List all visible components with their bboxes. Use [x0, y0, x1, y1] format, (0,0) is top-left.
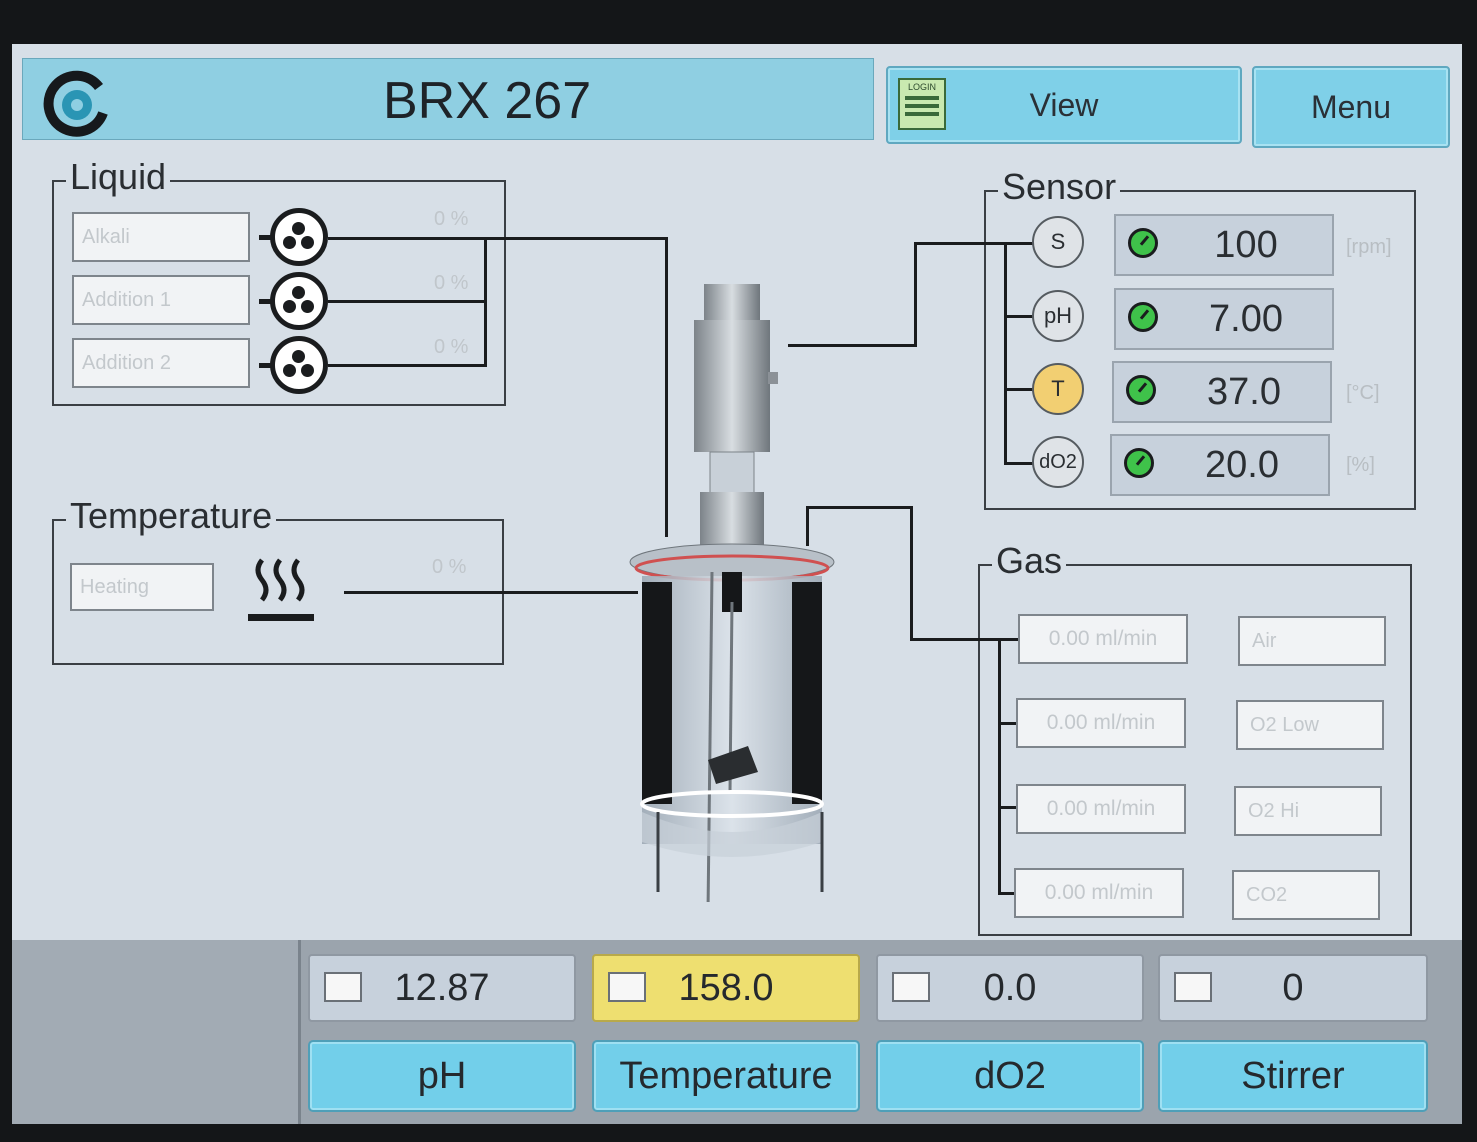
o2-low-gas-tag[interactable]: O2 Low	[1236, 700, 1384, 750]
sensor-panel-title: Sensor	[998, 166, 1121, 208]
liquid-line	[328, 300, 486, 303]
stirrer-tab-button[interactable]: Stirrer	[1158, 1040, 1428, 1112]
bioreactor-vessel-image	[629, 284, 835, 902]
o2-hi-flow-field[interactable]: 0.00 ml/min	[1016, 784, 1186, 834]
bottom-status-bar: 12.87 158.0 0.0 0 pH Temperature dO2 Sti…	[12, 940, 1462, 1124]
heating-icon[interactable]	[244, 550, 320, 630]
temperature-tab-button[interactable]: Temperature	[592, 1040, 860, 1112]
stirrer-unit: [rpm]	[1346, 236, 1392, 258]
addition1-percent: 0 %	[434, 272, 469, 294]
heating-line	[344, 591, 638, 594]
liquid-panel-title: Liquid	[66, 156, 171, 198]
do2-setpoint-value: 20.0	[1205, 443, 1279, 486]
sensor-line	[1004, 462, 1034, 465]
ph-setpoint-field[interactable]: 7.00	[1114, 288, 1334, 350]
gas-line	[910, 506, 913, 640]
do2-tab-button[interactable]: dO2	[876, 1040, 1144, 1112]
stirrer-readout-value: 0	[1282, 966, 1304, 1009]
trend-chart-icon	[892, 972, 930, 1002]
view-button[interactable]: LOGIN View	[886, 66, 1242, 144]
sensor-line	[914, 242, 917, 347]
o2-low-flow-field[interactable]: 0.00 ml/min	[1016, 698, 1186, 748]
gas-line	[806, 506, 912, 509]
ph-sensor-icon[interactable]: pH	[1032, 290, 1084, 342]
temperature-unit: [°C]	[1346, 382, 1380, 404]
company-logo-icon	[43, 70, 108, 137]
bottom-empty-area	[12, 940, 301, 1124]
do2-sensor-icon[interactable]: dO2	[1032, 436, 1084, 488]
temperature-readout-value: 158.0	[678, 966, 774, 1009]
trend-chart-icon	[608, 972, 646, 1002]
do2-readout-value: 0.0	[983, 966, 1037, 1009]
liquid-line	[328, 364, 486, 367]
liquid-line	[328, 237, 668, 240]
sensor-line	[788, 344, 916, 347]
control-on-icon	[1126, 375, 1156, 405]
liquid-alkali-tag[interactable]: Alkali	[72, 212, 250, 262]
view-button-label: View	[1029, 86, 1099, 123]
menu-button[interactable]: Menu	[1252, 66, 1450, 148]
air-flow-field[interactable]: 0.00 ml/min	[1018, 614, 1188, 664]
addition2-percent: 0 %	[434, 336, 469, 358]
temperature-setpoint-value: 37.0	[1207, 370, 1281, 413]
ph-setpoint-value: 7.00	[1209, 297, 1283, 340]
control-on-icon	[1128, 228, 1158, 258]
heating-percent: 0 %	[432, 556, 467, 578]
stirrer-readout[interactable]: 0	[1158, 954, 1428, 1022]
co2-gas-tag[interactable]: CO2	[1232, 870, 1380, 920]
do2-readout[interactable]: 0.0	[876, 954, 1144, 1022]
ph-tab-button[interactable]: pH	[308, 1040, 576, 1112]
stirrer-setpoint-field[interactable]: 100	[1114, 214, 1334, 276]
trend-chart-icon	[324, 972, 362, 1002]
liquid-addition2-tag[interactable]: Addition 2	[72, 338, 250, 388]
sensor-line	[1004, 315, 1034, 318]
gas-line	[910, 638, 1020, 641]
temperature-readout[interactable]: 158.0	[592, 954, 860, 1022]
trend-chart-icon	[1174, 972, 1212, 1002]
temperature-setpoint-field[interactable]: 37.0	[1112, 361, 1332, 423]
stirrer-setpoint-value: 100	[1214, 223, 1278, 266]
co2-flow-field[interactable]: 0.00 ml/min	[1014, 868, 1184, 918]
alkali-percent: 0 %	[434, 208, 469, 230]
gas-line	[806, 506, 809, 546]
o2-hi-gas-tag[interactable]: O2 Hi	[1234, 786, 1382, 836]
control-on-icon	[1128, 302, 1158, 332]
do2-unit: [%]	[1346, 454, 1375, 476]
menu-button-label: Menu	[1310, 88, 1392, 125]
login-icon: LOGIN	[898, 78, 946, 130]
page-title: BRX 267	[383, 72, 592, 130]
pump-icon[interactable]	[259, 208, 328, 266]
control-on-icon	[1124, 448, 1154, 478]
ph-readout-value: 12.87	[394, 966, 490, 1009]
liquid-addition1-tag[interactable]: Addition 1	[72, 275, 250, 325]
liquid-line	[484, 237, 487, 367]
air-gas-tag[interactable]: Air	[1238, 616, 1386, 666]
temperature-panel-title: Temperature	[66, 495, 277, 537]
sensor-line	[1004, 388, 1034, 391]
stirrer-sensor-icon[interactable]: S	[1032, 216, 1084, 268]
sensor-line	[1004, 242, 1007, 464]
sensor-line	[914, 242, 1034, 245]
ph-readout[interactable]: 12.87	[308, 954, 576, 1022]
pump-icon[interactable]	[259, 336, 328, 394]
pump-icon[interactable]	[259, 272, 328, 330]
gas-panel-title: Gas	[992, 540, 1067, 582]
do2-setpoint-field[interactable]: 20.0	[1110, 434, 1330, 496]
title-bar: BRX 267	[22, 58, 874, 140]
hmi-screen: BRX 267 LOGIN View Menu Liquid Alkali Ad…	[12, 44, 1462, 1124]
temperature-sensor-icon[interactable]: T	[1032, 363, 1084, 415]
heating-mode-tag[interactable]: Heating	[70, 563, 214, 611]
gas-line	[998, 638, 1001, 894]
